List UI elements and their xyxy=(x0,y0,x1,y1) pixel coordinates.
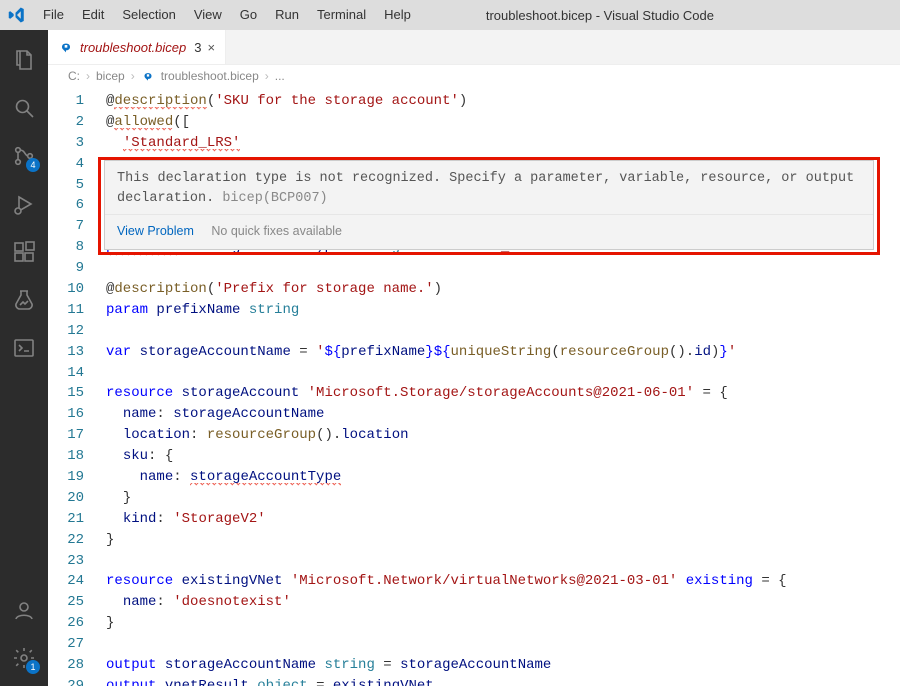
scm-badge: 4 xyxy=(26,158,40,172)
line-number: 4 xyxy=(48,154,84,175)
line-number: 24 xyxy=(48,571,84,592)
settings-badge: 1 xyxy=(26,660,40,674)
line-number: 2 xyxy=(48,112,84,133)
line-number: 22 xyxy=(48,530,84,551)
editor-tabs: troubleshoot.bicep 3 × xyxy=(48,30,900,65)
line-number: 3 xyxy=(48,133,84,154)
line-number: 19 xyxy=(48,467,84,488)
line-number: 21 xyxy=(48,509,84,530)
source-control-icon[interactable]: 4 xyxy=(0,134,48,178)
menu-run[interactable]: Run xyxy=(266,0,308,30)
line-number: 9 xyxy=(48,258,84,279)
line-number: 28 xyxy=(48,655,84,676)
line-number: 14 xyxy=(48,363,84,384)
line-number: 12 xyxy=(48,321,84,342)
line-number: 1 xyxy=(48,91,84,112)
line-number: 16 xyxy=(48,404,84,425)
line-number: 10 xyxy=(48,279,84,300)
line-number: 23 xyxy=(48,551,84,572)
line-number: 29 xyxy=(48,676,84,686)
run-debug-icon[interactable] xyxy=(0,182,48,226)
tab-troubleshoot-bicep[interactable]: troubleshoot.bicep 3 × xyxy=(48,30,226,64)
line-number: 20 xyxy=(48,488,84,509)
breadcrumb-part[interactable]: troubleshoot.bicep xyxy=(161,69,259,83)
tab-label: troubleshoot.bicep xyxy=(80,40,186,55)
line-number: 13 xyxy=(48,342,84,363)
code-content[interactable]: @description('SKU for the storage accoun… xyxy=(98,87,900,686)
menu-edit[interactable]: Edit xyxy=(73,0,113,30)
terminal-panel-icon[interactable] xyxy=(0,326,48,370)
bicep-file-icon xyxy=(141,69,155,83)
line-number: 25 xyxy=(48,592,84,613)
line-number-gutter: 1234567891011121314151617181920212223242… xyxy=(48,87,98,686)
menu-help[interactable]: Help xyxy=(375,0,420,30)
menu-view[interactable]: View xyxy=(185,0,231,30)
menu-bar: File Edit Selection View Go Run Terminal… xyxy=(0,0,900,30)
line-number: 15 xyxy=(48,383,84,404)
line-number: 18 xyxy=(48,446,84,467)
chevron-right-icon: › xyxy=(265,69,269,83)
breadcrumb[interactable]: C: › bicep › troubleshoot.bicep › ... xyxy=(48,65,900,87)
extensions-icon[interactable] xyxy=(0,230,48,274)
view-problem-link[interactable]: View Problem xyxy=(117,224,194,238)
tab-problem-count: 3 xyxy=(194,40,201,55)
menu-go[interactable]: Go xyxy=(231,0,266,30)
menu-file[interactable]: File xyxy=(34,0,73,30)
line-number: 27 xyxy=(48,634,84,655)
no-quick-fix-label: No quick fixes available xyxy=(211,224,342,238)
testing-icon[interactable] xyxy=(0,278,48,322)
menu-items: File Edit Selection View Go Run Terminal… xyxy=(34,0,420,30)
bicep-file-icon xyxy=(58,39,74,55)
code-editor[interactable]: 1234567891011121314151617181920212223242… xyxy=(48,87,900,686)
breadcrumb-part[interactable]: ... xyxy=(275,69,285,83)
chevron-right-icon: › xyxy=(131,69,135,83)
breadcrumb-part[interactable]: bicep xyxy=(96,69,125,83)
line-number: 11 xyxy=(48,300,84,321)
line-number: 7 xyxy=(48,216,84,237)
account-icon[interactable] xyxy=(0,588,48,632)
line-number: 6 xyxy=(48,195,84,216)
menu-terminal[interactable]: Terminal xyxy=(308,0,375,30)
activity-bar: 4 1 xyxy=(0,30,48,686)
line-number: 8 xyxy=(48,237,84,258)
search-icon[interactable] xyxy=(0,86,48,130)
window-title: troubleshoot.bicep - Visual Studio Code xyxy=(420,8,900,23)
line-number: 5 xyxy=(48,175,84,196)
settings-gear-icon[interactable]: 1 xyxy=(0,636,48,680)
chevron-right-icon: › xyxy=(86,69,90,83)
vscode-logo-icon xyxy=(0,6,34,24)
breadcrumb-part[interactable]: C: xyxy=(68,69,80,83)
tab-close-icon[interactable]: × xyxy=(207,40,215,55)
explorer-icon[interactable] xyxy=(0,38,48,82)
problem-hover-popup: This declaration type is not recognized.… xyxy=(104,160,874,250)
menu-selection[interactable]: Selection xyxy=(113,0,184,30)
line-number: 26 xyxy=(48,613,84,634)
line-number: 17 xyxy=(48,425,84,446)
